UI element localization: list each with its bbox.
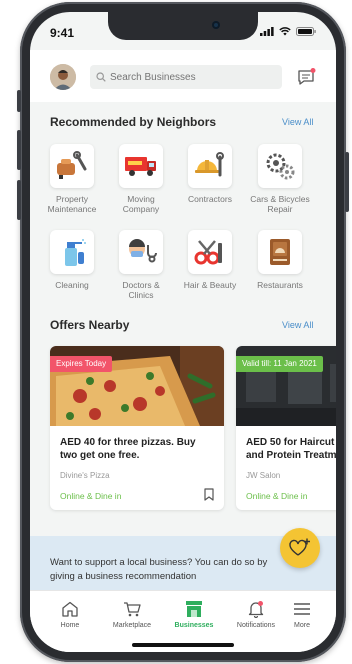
category-hair-beauty[interactable]: Hair & Beauty [180,230,240,290]
offer-tag: Expires Today [50,356,113,372]
offer-title-line: and Protein Treatment [246,450,336,461]
hard-hat-wrench-icon [195,152,224,177]
tab-more[interactable]: More [274,599,330,629]
offer-tag: Valid till: 11 Jan 2021 [236,356,323,372]
tab-businesses[interactable]: Businesses [166,599,222,629]
banner-line: giving a business recommendation [50,571,197,582]
offer-card[interactable]: Valid till: 11 Jan 2021 AED 50 for Hairc… [236,346,336,510]
avatar[interactable] [50,64,76,90]
category-tile [188,230,232,274]
bell-icon [248,601,264,618]
moving-truck-icon [125,157,156,176]
category-contractors[interactable]: Contractors [180,144,240,204]
offer-title-line: two get one free. [60,450,140,461]
chat-bubble-icon [298,68,316,85]
tab-label: Home [60,622,80,629]
offers-title: Offers Nearby [50,318,130,332]
camera [212,21,220,29]
category-cleaning[interactable]: Cleaning [42,230,102,290]
search-bar[interactable] [90,65,282,89]
tab-label: Businesses [174,622,214,629]
avatar-image [50,64,76,90]
scissors-comb-icon [194,240,222,265]
offer-title: AED 50 for Haircut and Protein Treatment [246,436,336,462]
storefront-icon [186,601,202,617]
category-tile [119,230,163,274]
volume-up-button [17,130,21,170]
category-tile [119,144,163,188]
spray-bottle-icon [65,239,86,266]
category-doctors-clinics[interactable]: Doctors & Clinics [111,230,171,300]
search-icon [96,72,106,82]
recommended-view-all-link[interactable]: View All [282,117,313,127]
category-tile [258,144,302,188]
power-button [345,152,349,212]
wifi-icon [279,27,291,36]
offer-mode: Online & Dine in [60,491,122,501]
offers-view-all-link[interactable]: View All [282,320,313,330]
signal-icon [260,27,274,36]
recommended-title: Recommended by Neighbors [50,115,217,129]
offer-mode: Online & Dine in [246,491,308,501]
home-indicator [132,643,234,647]
category-label: Cars & Bicycles Repair [250,194,310,214]
category-restaurants[interactable]: Restaurants [250,230,310,290]
offer-title-line: AED 50 for Haircut [246,437,335,448]
category-label: Hair & Beauty [183,280,237,290]
notch [108,12,258,40]
category-label: Moving Company [122,194,160,214]
hamburger-icon [294,603,310,615]
tab-label: More [294,622,310,629]
top-bar [30,50,336,102]
bottom-tab-bar: Home Marketplace Businesses Notification… [30,590,336,652]
battery-icon [296,27,316,36]
status-time: 9:41 [50,26,75,40]
category-label: Contractors [188,194,232,204]
bookmark-button[interactable] [204,488,214,506]
menu-board-icon [270,239,290,265]
doctor-stethoscope-icon [129,239,157,263]
category-label: Property Maintenance [47,194,97,214]
search-input[interactable] [110,71,270,83]
category-tile [50,144,94,188]
tab-marketplace[interactable]: Marketplace [104,599,160,629]
category-moving-company[interactable]: Moving Company [111,144,171,214]
bookmark-icon [204,488,214,501]
offer-business: JW Salon [246,471,281,480]
mute-switch [17,90,21,112]
offer-title-line: AED 40 for three pizzas. Buy [60,437,196,448]
messages-button[interactable] [296,67,316,87]
category-tile [50,230,94,274]
tab-label: Marketplace [112,622,152,629]
status-icons [260,27,316,36]
offer-card[interactable]: Expires Today AED 40 for three pizzas. B… [50,346,224,510]
heart-plus-icon [289,538,310,556]
category-tile [188,144,232,188]
volume-down-button [17,180,21,220]
category-property-maintenance[interactable]: Property Maintenance [42,144,102,214]
offer-business: Divine's Pizza [60,471,110,480]
paint-roller-wrench-icon [57,151,87,179]
tab-home[interactable]: Home [42,599,98,629]
category-tile [258,230,302,274]
app-screen: 9:41 Recommended by Neighbors View All P… [30,12,336,652]
category-cars-bicycles-repair[interactable]: Cars & Bicycles Repair [250,144,310,214]
category-label: Cleaning [55,280,89,290]
add-recommendation-button[interactable] [280,528,320,568]
cart-icon [124,602,141,617]
category-label: Doctors & Clinics [122,280,160,300]
gears-icon [266,153,295,180]
home-icon [62,601,78,617]
offer-title: AED 40 for three pizzas. Buy two get one… [60,436,214,462]
category-label: Restaurants [257,280,303,290]
